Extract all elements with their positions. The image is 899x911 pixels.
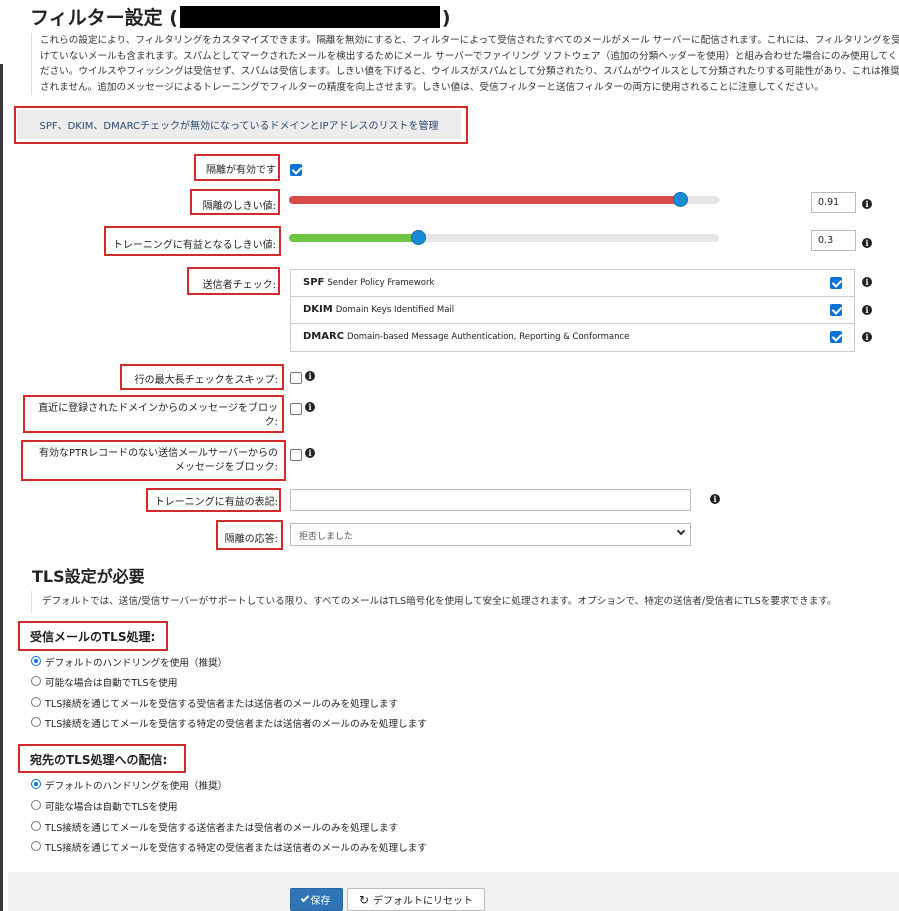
reset-button-label: デフォルトにリセット [373,896,474,907]
training-threshold-slider[interactable] [289,234,719,242]
outbound-tls-radio-require[interactable] [31,821,41,831]
info-icon[interactable]: i [862,199,872,209]
page-title: フィルター設定 () [30,3,451,30]
refresh-icon: ↻ [358,892,370,907]
dmarc-checkbox[interactable] [830,331,842,343]
outbound-tls-option-label: デフォルトのハンドリングを使用（推奨） [45,781,228,792]
intro-description: これらの設定により、フィルタリングをカスタマイズできます。隔離を無効にすると、フ… [31,33,899,95]
highlight-box [21,440,286,481]
check-icon [300,893,309,903]
inbound-tls-option-label: デフォルトのハンドリングを使用（推奨） [45,658,228,669]
sender-check-abbr: DKIM [303,304,333,315]
highlight-box [14,106,468,144]
training-threshold-handle[interactable] [410,230,426,245]
inbound-tls-radio-specific[interactable] [31,717,41,727]
inbound-tls-option-label: TLS接続を通じてメールを受信する受信者または送信者のメールのみを処理します [45,699,399,710]
block-no-ptr-checkbox[interactable] [290,449,302,461]
outbound-tls-option-label: TLS接続を通じてメールを受信する送信者または受信者のメールのみを処理します [45,823,399,834]
highlight-box [23,395,284,433]
quarantine-response-value: 拒否しました [299,532,354,542]
inbound-tls-option-label: 可能な場合は自動でTLSを使用 [45,678,178,689]
sender-checks-list: SPF Sender Policy Framework DKIM Domain Ke… [290,269,855,352]
info-icon[interactable]: i [305,402,315,412]
dkim-checkbox[interactable] [830,304,842,316]
highlight-box [104,226,281,256]
outbound-tls-option-label: 可能な場合は自動でTLSを使用 [45,802,178,813]
info-icon[interactable]: i [305,448,315,458]
highlight-box [18,621,168,651]
highlight-box [190,189,280,215]
sender-check-dmarc: DMARC Domain-based Message Authentication… [291,324,854,351]
tls-description: デフォルトでは、送信/受信サーバーがサポートしている限り、すべてのメールはTLS… [31,591,899,613]
highlight-box [216,520,283,550]
save-button-label: 保存 [310,896,331,907]
sender-check-name: Domain Keys Identified Mail [335,305,455,315]
inbound-tls-option-label: TLS接続を通じてメールを受信する特定の受信者または送信者のメールのみを処理しま… [45,719,427,730]
info-icon[interactable]: i [862,305,872,315]
quarantine-threshold-input[interactable]: 0.91 [811,192,856,213]
inbound-tls-radio-default[interactable] [31,656,41,666]
sender-check-name: Domain-based Message Authentication, Rep… [347,332,630,342]
highlight-box [18,744,186,773]
save-button[interactable]: 保存 [290,888,343,911]
quarantine-response-select[interactable]: 拒否しました [290,523,691,546]
sender-check-dkim: DKIM Domain Keys Identified Mail [291,297,854,324]
quarantine-threshold-fill [289,196,681,204]
outbound-tls-option-label: TLS接続を通じてメールを受信する特定の受信者または送信者のメールのみを処理しま… [45,843,427,854]
quarantine-threshold-handle[interactable] [672,192,688,207]
training-threshold-input[interactable]: 0.3 [811,230,856,251]
training-notation-input[interactable] [290,489,691,511]
spf-checkbox[interactable] [830,277,842,289]
highlight-box [194,154,280,181]
tls-heading: TLS設定が必要 [32,567,145,586]
info-icon[interactable]: i [305,371,315,381]
redacted-block [179,6,440,28]
inbound-tls-radio-auto[interactable] [31,676,41,686]
page-title-suffix: ) [441,7,451,29]
sender-check-spf: SPF Sender Policy Framework [291,270,854,297]
skip-line-length-checkbox[interactable] [290,372,302,384]
highlight-box [120,364,284,390]
training-threshold-fill [289,234,418,242]
sender-check-abbr: SPF [303,277,325,288]
sender-check-name: Sender Policy Framework [327,278,435,288]
outbound-tls-radio-auto[interactable] [31,800,41,810]
info-icon[interactable]: i [862,332,872,342]
page-title-text: フィルター設定 ( [30,7,178,29]
info-icon[interactable]: i [862,277,872,287]
highlight-box [146,488,281,512]
highlight-box [187,267,280,295]
outbound-tls-radio-default[interactable] [31,779,41,789]
quarantine-threshold-slider[interactable] [289,196,719,204]
inbound-tls-radio-require[interactable] [31,697,41,707]
info-icon[interactable]: i [862,238,872,248]
sender-check-abbr: DMARC [303,331,345,342]
outbound-tls-radio-specific[interactable] [31,841,41,851]
quarantine-checkbox[interactable] [290,164,302,176]
chevron-down-icon [676,526,686,536]
block-new-domains-checkbox[interactable] [290,403,302,415]
left-edge-shadow [0,64,3,911]
window-left-edge [0,0,8,911]
intro-text: これらの設定により、フィルタリングをカスタマイズできます。隔離を無効にすると、フ… [40,35,899,93]
reset-defaults-button[interactable]: ↻ デフォルトにリセット [347,888,485,911]
info-icon[interactable]: i [710,494,720,504]
